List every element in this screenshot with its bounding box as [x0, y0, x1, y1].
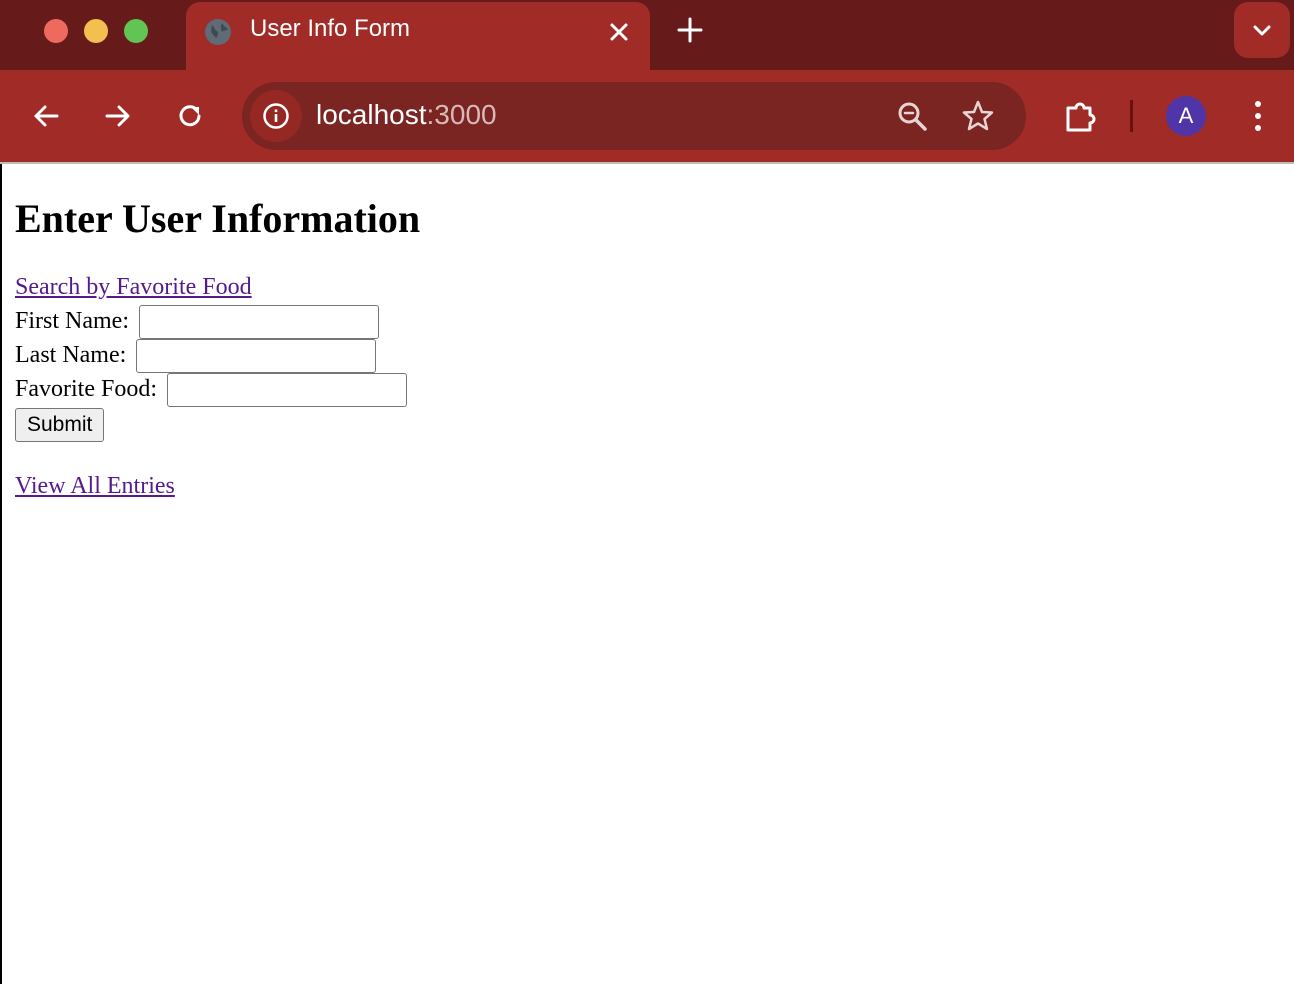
chevron-down-icon: [1253, 25, 1271, 36]
first-name-row: First Name:: [15, 304, 1285, 340]
tab-title: User Info Form: [250, 15, 411, 42]
window-edge: [0, 164, 2, 984]
favorite-food-label: Favorite Food:: [15, 376, 157, 402]
maximize-window-button[interactable]: [124, 19, 148, 43]
page-content: Enter User Information Search by Favorit…: [15, 164, 1285, 503]
back-arrow-icon[interactable]: [28, 98, 64, 134]
first-name-label: First Name:: [15, 308, 129, 334]
site-info-button[interactable]: [250, 90, 302, 142]
address-bar[interactable]: localhost:3000: [242, 82, 1026, 150]
submit-button[interactable]: Submit: [15, 408, 105, 442]
star-icon[interactable]: [960, 98, 996, 134]
user-info-form: First Name: Last Name: Favorite Food: Su…: [15, 304, 1285, 442]
last-name-field[interactable]: [136, 339, 377, 374]
favorite-food-row: Favorite Food:: [15, 372, 1285, 408]
reload-icon[interactable]: [172, 98, 208, 134]
favorite-food-field[interactable]: [167, 373, 407, 408]
last-name-row: Last Name:: [15, 338, 1285, 374]
info-icon: [263, 103, 289, 129]
more-vert-icon[interactable]: [1244, 98, 1272, 134]
url-port: :3000: [426, 99, 497, 130]
forward-arrow-icon[interactable]: [100, 98, 136, 134]
profile-avatar[interactable]: A: [1166, 96, 1206, 136]
first-name-field[interactable]: [139, 305, 379, 340]
close-icon[interactable]: [605, 18, 633, 46]
tab-search-button[interactable]: [1234, 2, 1290, 58]
active-tab[interactable]: User Info Form: [186, 2, 650, 70]
view-all-entries-link[interactable]: View All Entries: [15, 469, 175, 503]
zoom-out-icon[interactable]: [896, 100, 930, 134]
minimize-window-button[interactable]: [84, 19, 108, 43]
url-text[interactable]: localhost:3000: [316, 99, 497, 131]
browser-toolbar: localhost:3000 A: [0, 70, 1294, 162]
tab-strip: User Info Form: [0, 0, 1294, 70]
globe-icon: [205, 19, 231, 45]
page-title: Enter User Information: [15, 196, 421, 241]
plus-icon[interactable]: [674, 14, 706, 46]
search-by-food-link[interactable]: Search by Favorite Food: [15, 270, 252, 304]
url-host: localhost: [316, 99, 427, 130]
close-window-button[interactable]: [44, 19, 68, 43]
last-name-label: Last Name:: [15, 342, 127, 368]
extensions-icon[interactable]: [1060, 96, 1100, 136]
toolbar-divider: [1130, 100, 1133, 132]
